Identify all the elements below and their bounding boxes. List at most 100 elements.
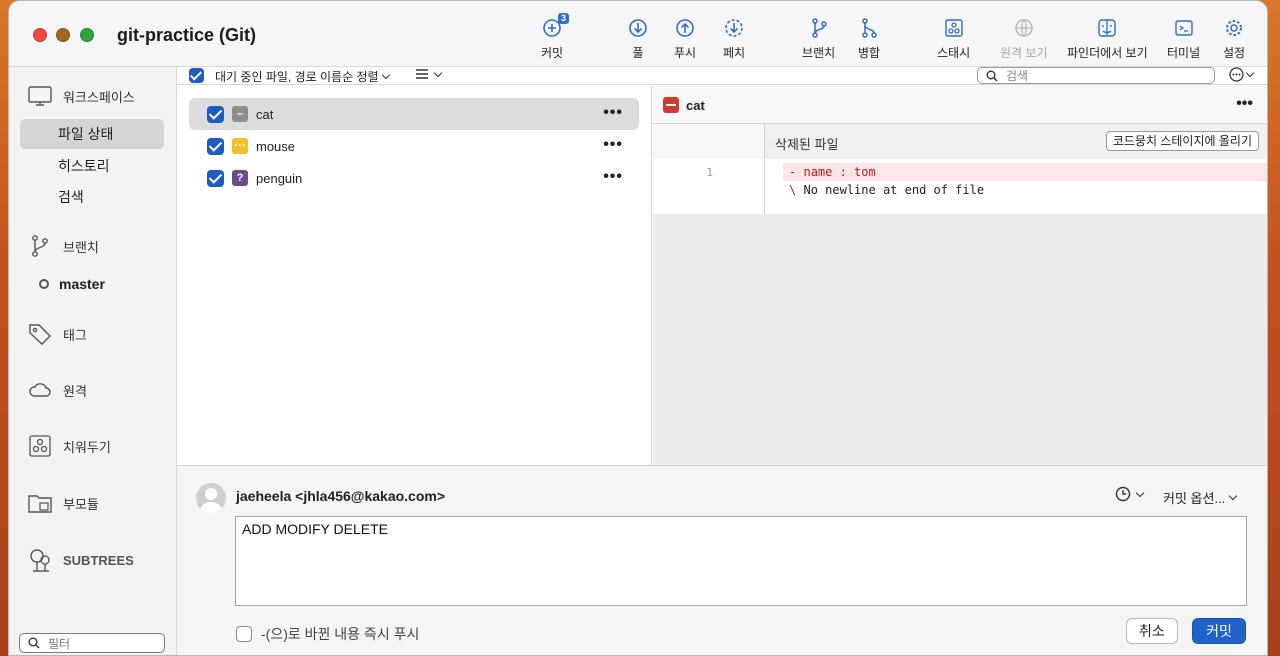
file-row-cat[interactable]: – cat ••• xyxy=(189,98,639,130)
sidebar-subtrees-label: SUBTREES xyxy=(63,552,134,568)
merge-button[interactable]: 병합 xyxy=(858,17,880,61)
sidebar-item-history[interactable]: 히스토리 xyxy=(20,151,164,181)
sidebar-stashes[interactable]: 치워두기 xyxy=(27,433,111,459)
close-window-button[interactable] xyxy=(33,28,47,42)
gutter-divider xyxy=(764,124,765,214)
pull-button[interactable]: 풀 xyxy=(627,17,649,61)
view-mode-dropdown[interactable] xyxy=(415,68,443,80)
hunk-title: 삭제된 파일 xyxy=(775,137,839,152)
file-more-button[interactable]: ••• xyxy=(603,168,623,186)
diff-file-title: cat xyxy=(663,97,705,113)
deleted-line[interactable]: - name : tom xyxy=(783,163,1267,181)
window-title: git-practice (Git) xyxy=(117,25,257,45)
file-more-button[interactable]: ••• xyxy=(603,136,623,154)
globe-icon xyxy=(1013,17,1035,39)
minimize-window-button[interactable] xyxy=(56,28,70,42)
commit-history-button[interactable] xyxy=(1115,486,1145,502)
sidebar-workspace[interactable]: 워크스페이스 xyxy=(27,83,135,109)
diff-more-button[interactable]: ••• xyxy=(1236,95,1253,113)
file-list-toolbar: 대기 중인 파일, 경로 이름순 정렬 검색 xyxy=(177,67,1267,85)
stage-hunk-button[interactable]: 코드뭉치 스테이지에 올리기 xyxy=(1105,131,1259,151)
fetch-icon xyxy=(723,17,745,39)
sidebar-subtrees[interactable]: SUBTREES xyxy=(27,547,134,573)
line-text: name : tom xyxy=(803,165,876,179)
branch-button[interactable]: 브랜치 xyxy=(802,17,835,61)
file-name: mouse xyxy=(256,138,296,154)
sidebar-branches-label: 브랜치 xyxy=(63,239,99,255)
push-icon xyxy=(674,17,696,39)
pull-label: 풀 xyxy=(632,46,644,60)
select-all-checkbox[interactable] xyxy=(189,68,204,83)
push-immediately-checkbox[interactable] xyxy=(236,626,252,642)
remote-view-button[interactable]: 원격 보기 xyxy=(1000,17,1048,61)
terminal-button[interactable]: 터미널 xyxy=(1167,17,1200,61)
merge-icon xyxy=(858,17,880,39)
sidebar-tags-label: 태그 xyxy=(63,327,87,343)
fetch-label: 페치 xyxy=(723,46,746,60)
sort-label: 대기 중인 파일, 경로 이름순 정렬 xyxy=(215,70,379,84)
diff-file-name: cat xyxy=(686,97,705,113)
commit-message-input[interactable]: ADD MODIFY DELETE xyxy=(235,516,1247,606)
file-stage-checkbox[interactable] xyxy=(207,137,224,155)
push-immediately-option[interactable]: -(으)로 바뀐 내용 즉시 푸시 xyxy=(236,624,419,644)
untracked-status-icon: ? xyxy=(232,170,248,186)
toolbar: git-practice (Git) 3 커밋 풀 푸시 페치 브랜치 병합 스… xyxy=(9,1,1267,67)
file-row-penguin[interactable]: ? penguin ••• xyxy=(189,162,639,194)
ellipsis-circle-icon xyxy=(1229,67,1244,82)
commit-options-dropdown[interactable]: 커밋 옵션... xyxy=(1163,488,1238,507)
line-prefix: - xyxy=(789,165,797,179)
diff-viewer: cat ••• 삭제된 파일 코드뭉치 스테이지에 올리기 1 - name :… xyxy=(653,86,1267,465)
branch-icon xyxy=(32,235,48,257)
stash-icon xyxy=(943,17,965,39)
cloud-icon xyxy=(29,383,51,397)
file-more-button[interactable]: ••• xyxy=(603,104,623,122)
merge-label: 병합 xyxy=(858,46,881,60)
settings-button[interactable]: 설정 xyxy=(1223,17,1245,61)
push-label: 푸시 xyxy=(674,46,697,60)
sidebar-filter-input[interactable]: 필터 xyxy=(19,633,165,653)
modified-status-icon: ··· xyxy=(232,138,248,154)
more-options-button[interactable] xyxy=(1229,67,1255,82)
sidebar-item-file-status[interactable]: 파일 상태 xyxy=(20,119,164,149)
chevron-down-icon xyxy=(433,68,443,77)
sidebar-workspace-label: 워크스페이스 xyxy=(63,89,135,105)
filter-placeholder: 필터 xyxy=(48,636,71,651)
fetch-button[interactable]: 페치 xyxy=(723,17,745,61)
stash-button[interactable]: 스태시 xyxy=(937,17,970,61)
hunk-header: 삭제된 파일 코드뭉치 스테이지에 올리기 xyxy=(653,124,1267,159)
sort-dropdown[interactable]: 대기 중인 파일, 경로 이름순 정렬 xyxy=(215,68,390,85)
commit-toolbar-button[interactable]: 3 커밋 xyxy=(541,13,570,61)
pull-icon xyxy=(627,17,649,39)
diff-hunk: 삭제된 파일 코드뭉치 스테이지에 올리기 1 - name : tom \ N… xyxy=(653,124,1267,214)
sidebar-remotes-label: 원격 xyxy=(63,383,87,399)
push-button[interactable]: 푸시 xyxy=(674,17,696,61)
line-prefix: \ xyxy=(789,183,797,197)
file-stage-checkbox[interactable] xyxy=(207,105,224,123)
file-list: – cat ••• ··· mouse ••• ? penguin ••• xyxy=(177,86,652,465)
diff-header: cat ••• xyxy=(653,86,1267,124)
sidebar-remotes[interactable]: 원격 xyxy=(27,377,87,403)
removed-status-icon: – xyxy=(232,106,248,122)
sidebar-item-master-branch[interactable]: master xyxy=(39,276,105,292)
cancel-button[interactable]: 취소 xyxy=(1126,618,1178,644)
commit-button[interactable]: 커밋 xyxy=(1192,618,1246,644)
chevron-down-icon xyxy=(1245,68,1255,78)
file-stage-checkbox[interactable] xyxy=(207,169,224,187)
maximize-window-button[interactable] xyxy=(80,28,94,42)
chevron-down-icon xyxy=(1135,488,1145,497)
sidebar-submodules[interactable]: 부모듈 xyxy=(27,490,99,516)
file-row-mouse[interactable]: ··· mouse ••• xyxy=(189,130,639,162)
tag-icon xyxy=(29,324,51,345)
sidebar-item-search[interactable]: 검색 xyxy=(20,182,164,212)
sidebar-branches[interactable]: 브랜치 xyxy=(27,233,99,259)
push-immediately-label: -(으)로 바뀐 내용 즉시 푸시 xyxy=(261,626,420,642)
commit-count-badge: 3 xyxy=(558,13,570,24)
stash-label: 스태시 xyxy=(937,46,971,60)
search-icon xyxy=(986,70,998,82)
sidebar-submodules-label: 부모듈 xyxy=(63,496,99,512)
show-in-finder-button[interactable]: 파인더에서 보기 xyxy=(1067,17,1148,61)
branch-name: master xyxy=(59,276,105,292)
file-search-input[interactable]: 검색 xyxy=(977,67,1215,84)
commit-icon: 3 xyxy=(541,13,570,39)
sidebar-tags[interactable]: 태그 xyxy=(27,321,87,347)
